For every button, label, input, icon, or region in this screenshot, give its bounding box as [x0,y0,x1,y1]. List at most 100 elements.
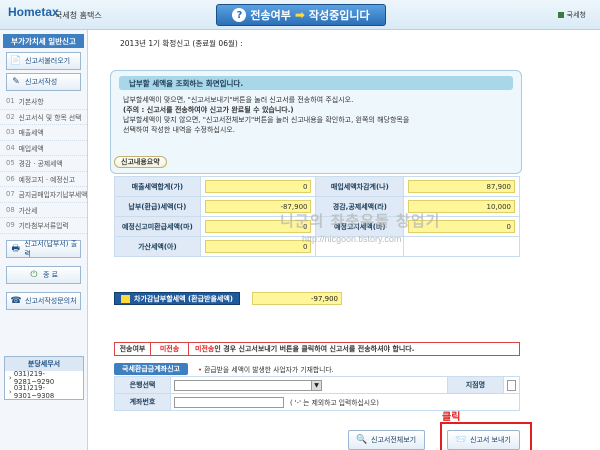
refund-account-table: 은행선택 ▼ 지점명 계좌번호 ( '-' 는 제외하고 입력하십시오) [114,376,521,411]
step-number: 04 [6,143,15,152]
penalty-value: 0 [204,240,312,253]
sidebar-item-attachments[interactable]: 09 기타첨부서류입력 [0,218,87,234]
top-bar: Hometax 국세청 홈택스 ? 전송여부 ➡ 작성중입니다 국세청 [0,0,600,30]
account-label: 계좌번호 [114,393,171,411]
banner-right-text: 작성중입니다 [308,9,370,22]
final-tax-value: -97,900 [252,292,342,305]
step-number: 03 [6,128,15,137]
sales-tax-label: 매출세액합계(가) [114,176,201,197]
nts-logo: 국세청 [558,10,586,20]
notice-line: 납부할세액이 맞으면, "신고서보내기"버튼을 눌러 신고서를 전송하여 주십시… [123,96,354,104]
account-input-row: ( '-' 는 제외하고 입력하십시오) [174,396,516,408]
payable-label: 납부(환급)세액(다) [114,196,201,217]
notice-box: 납부할 세액을 조회하는 화면입니다. 납부할세액이 맞으면, "신고서보내기"… [110,70,522,174]
purchase-tax-cell: 87,900 [403,176,520,197]
step-label: 기타첨부서류입력 [18,222,69,231]
notice-line: 납부할세액이 맞지 않으면, "신고서전체보기"버튼을 눌러 신고내용을 확인하… [123,116,410,124]
status-value: 미전송 [151,343,189,355]
hometax-logo[interactable]: Hometax [8,5,59,19]
pencil-icon: ✎ [12,77,20,87]
bank-cell: ▼ [170,376,448,394]
transmission-status: 전송여부 미전송 미전송인 경우 신고서보내기 버튼을 클릭하여 신고서를 전송… [114,342,520,356]
step-label: 매입세액 [18,144,44,153]
sales-tax-value: 0 [204,180,312,193]
printer-icon: 🖶 [11,243,20,254]
tax-office-box: 분당세무서 › 031)219-9281~9290 › 031)219-9301… [4,356,84,400]
print-return-label: 신고서(납부서) 출력 [24,239,78,258]
sidebar-item-gold[interactable]: 07 금지금매입자기납부세액 [0,187,87,203]
final-tax-label-text: 차가감납부할세액 (환급받을세액) [134,294,233,303]
step-label: 매출세액 [18,129,44,138]
write-return-button[interactable]: ✎ 신고서작성 [6,73,81,91]
tax-office-name: 분당세무서 [5,357,83,371]
sidebar-step-list: 01 기본사항 02 신고서식 및 항목 선택 03 매출세액 04 매입세액 05 경감… [0,94,87,234]
contact-button[interactable]: ☎ 신고서작성문의처 [6,291,81,310]
view-full-return-label: 신고서전체보기 [371,436,417,444]
sidebar-item-penalty[interactable]: 08 가산세 [0,203,87,218]
blog-watermark: 니군의 좌충우돌 창업기 [280,212,441,230]
step-label: 가산세 [18,206,38,215]
sidebar-item-basic[interactable]: 01 기본사항 [0,94,87,110]
main-content: 2013년 1기 확정신고 (종료월 06월) : 납부할 세액을 조회하는 화… [92,30,600,450]
money-icon [121,294,130,303]
branch-label: 지점명 [446,376,504,394]
sidebar-item-form-select[interactable]: 02 신고서식 및 항목 선택 [0,110,87,125]
filing-period: 2013년 1기 확정신고 (종료월 06월) : [120,39,243,48]
click-highlight-box [440,422,532,450]
account-cell: ( '-' 는 제외하고 입력하십시오) [170,393,520,411]
step-number: 05 [6,159,15,168]
step-number: 02 [6,112,15,121]
load-return-label: 신고서불러오기 [25,57,71,65]
logo-subtitle: 국세청 홈택스 [55,11,102,20]
status-banner: ? 전송여부 ➡ 작성중입니다 [216,4,386,26]
sidebar-item-prelim[interactable]: 06 예정고지 · 예정신고 [0,172,87,187]
view-full-return-button[interactable]: 🔍 신고서전체보기 [348,430,426,450]
account-input[interactable] [174,396,284,408]
notice-heading: 납부할 세액을 조회하는 화면입니다. [119,76,513,90]
bank-select[interactable]: ▼ [174,379,322,391]
branch-cell [502,376,521,394]
step-label: 예정고지 · 예정신고 [18,175,76,184]
status-message-text: 인 경우 신고서보내기 버튼을 클릭하여 신고서를 전송하셔야 합니다. [214,345,415,353]
notice-warning: (주의 : 신고서를 전송하여야 신고가 완료될 수 있습니다.) [123,106,294,114]
tax-office-phone: › 031)219-9301~9308 [5,384,83,400]
sidebar-item-purchase-tax[interactable]: 04 매입세액 [0,141,87,156]
click-annotation: 클릭 [442,412,461,423]
sidebar-title: 부가가치세 일반신고 [3,34,84,48]
step-label: 신고서식 및 항목 선택 [18,113,82,122]
step-label: 경감 · 공제세액 [18,160,63,169]
print-return-button[interactable]: 🖶 신고서(납부서) 출력 [6,239,81,258]
document-icon: 📄 [10,56,22,66]
refund-note: 환급받을 세액이 발생한 사업자가 기재합니다. [198,364,334,374]
write-return-label: 신고서작성 [25,78,58,86]
penalty-cell: 0 [199,236,317,257]
summary-section-label: 신고내용요약 [114,156,167,168]
phone-number: 031)219-9301~9308 [13,384,55,400]
step-number: 07 [6,190,15,199]
step-number: 01 [6,97,15,106]
exit-button[interactable]: ⏻ 종 료 [6,265,81,284]
step-number: 09 [6,221,15,230]
sidebar-item-sales-tax[interactable]: 03 매출세액 [0,125,87,141]
final-tax-row: 차가감납부할세액 (환급받을세액) -97,900 [114,292,342,305]
sidebar: 부가가치세 일반신고 📄 신고서불러오기 ✎ 신고서작성 01 기본사항 02 신고… [0,30,88,450]
tax-office-phone: › 031)219-9281~9290 [5,370,83,386]
exit-icon: ⏻ [30,269,38,280]
penalty-label: 가산세액(아) [114,236,201,257]
sidebar-item-deduction[interactable]: 05 경감 · 공제세액 [0,156,87,172]
purchase-tax-label: 매입세액차감계(나) [315,176,405,197]
empty-cell [403,236,520,257]
magnifier-icon: 🔍 [356,435,368,445]
refund-header: 국세환급금계좌신고 환급받을 세액이 발생한 사업자가 기재합니다. [114,363,334,375]
blog-watermark-url: http://nicgoon.tistory.com [302,234,402,244]
contact-label: 신고서작성문의처 [25,296,77,305]
branch-input[interactable] [506,379,516,391]
load-return-button[interactable]: 📄 신고서불러오기 [6,52,81,70]
purchase-tax-value: 87,900 [408,180,515,193]
step-label: 금지금매입자기납부세액 [18,191,87,200]
notice-line: 선택하여 작성한 내역을 수정하십시오. [123,126,235,134]
bank-label: 은행선택 [114,376,171,394]
step-number: 06 [6,174,15,183]
arrow-right-icon: ➡ [294,8,305,22]
status-message: 미전송인 경우 신고서보내기 버튼을 클릭하여 신고서를 전송하셔야 합니다. [189,344,414,354]
